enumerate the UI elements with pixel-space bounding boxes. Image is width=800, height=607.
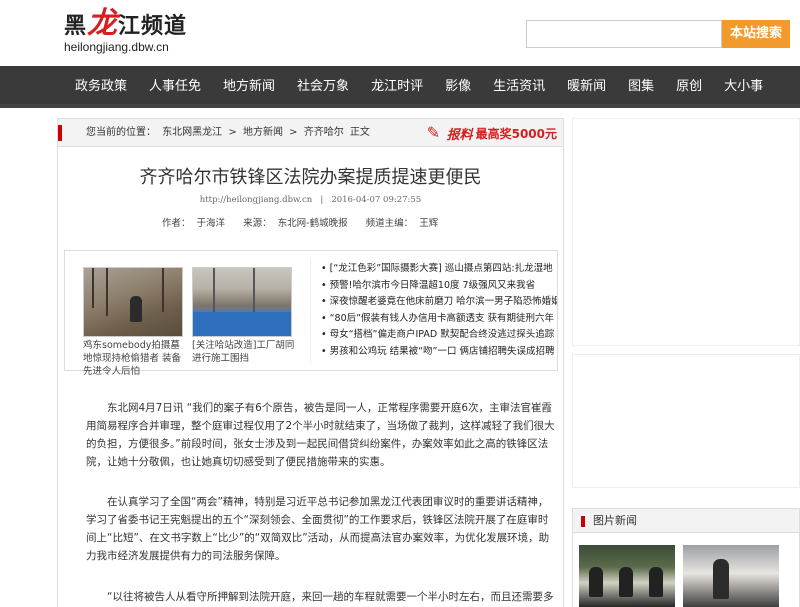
search-input[interactable] <box>526 20 722 48</box>
article-column: 您当前的位置： 东北网黑龙江 > 地方新闻 > 齐齐哈尔 正文 ✎ 报料 最高奖… <box>57 118 564 607</box>
figure-shape <box>713 559 729 599</box>
related-link[interactable]: 母女“搭档”偏走商户IPAD 默契配合终没逃过探头追踪 <box>321 327 557 344</box>
related-link[interactable]: [“龙江色彩”国际摄影大赛] 巡山摄点第四站:扎龙湿地 <box>321 261 557 278</box>
breadcrumb-sep: > <box>289 127 298 138</box>
logo-title: 黑龙江频道 <box>64 6 188 41</box>
breadcrumb-sep: > <box>228 127 237 138</box>
fence-shape <box>193 312 291 336</box>
author-label: 作者： <box>162 218 191 229</box>
author-name: 于海洋 <box>196 218 226 229</box>
megaphone-icon: ✎ <box>426 123 440 142</box>
nav-item[interactable]: 人事任免 <box>138 66 212 108</box>
breadcrumb-home[interactable]: 东北网黑龙江 <box>162 127 222 138</box>
figure-shape <box>589 567 603 597</box>
nav-item[interactable]: 暖新闻 <box>556 66 617 108</box>
nav-item[interactable]: 影像 <box>434 66 482 108</box>
related-thumb-2[interactable] <box>192 267 292 337</box>
nav-item[interactable]: 生活资讯 <box>482 66 556 108</box>
breadcrumb-city[interactable]: 齐齐哈尔 <box>304 127 344 138</box>
editor-label: 频道主编： <box>365 218 414 229</box>
crumb-marker <box>58 125 62 141</box>
person-shape <box>130 296 142 322</box>
related-link[interactable]: 男孩和公鸡玩 结果被“吻”一口 俩店铺招聘失误成招聘 <box>321 344 557 361</box>
divider <box>310 259 311 363</box>
nav-item[interactable]: 原创 <box>665 66 713 108</box>
nav-item[interactable]: 社会万象 <box>286 66 360 108</box>
report-banner[interactable]: ✎ 报料 最高奖5000元 <box>427 122 557 144</box>
nav-item[interactable]: 龙江时评 <box>360 66 434 108</box>
source-name: 东北网-鹤城晚报 <box>277 218 348 229</box>
figure-shape <box>649 567 663 597</box>
editor-name: 王辉 <box>419 218 439 229</box>
search-button[interactable]: 本站搜索 <box>722 20 790 48</box>
article-paragraph: “以往将被告人从看守所押解到法院开庭，来回一趟的车程就需要一个半小时左右，而且还… <box>107 591 554 603</box>
pole-shape <box>253 268 255 312</box>
nav-item[interactable]: 地方新闻 <box>212 66 286 108</box>
meta-separator: | <box>320 195 324 205</box>
picture-news-title: 图片新闻 <box>593 514 637 527</box>
tree-shape <box>92 268 94 308</box>
picture-news-box: 图片新闻 <box>572 508 800 607</box>
breadcrumb-prefix: 您当前的位置： <box>86 127 156 138</box>
breadcrumb-local-news[interactable]: 地方新闻 <box>243 127 283 138</box>
article-byline: 作者： 于海洋 来源： 东北网-鹤城晚报 频道主编： 王辉 <box>162 215 444 229</box>
picture-news-item[interactable] <box>579 545 675 607</box>
related-thumb-caption[interactable]: [关注哈站改造]工厂胡同进行施工围挡 <box>192 339 296 365</box>
article-title: 齐齐哈尔市铁锋区法院办案提质提速更便民 <box>139 167 482 188</box>
article-datetime: 2016-04-07 09:27:55 <box>331 195 422 205</box>
logo-domain: heilongjiang.dbw.cn <box>64 40 169 54</box>
tree-shape <box>106 268 108 316</box>
source-label: 来源： <box>243 218 272 229</box>
ad-slot[interactable] <box>572 118 800 346</box>
related-thumb-caption[interactable]: 鸡东somebody拍摄墓地惊现持枪偷猎者 装备先进令人后怕 <box>83 339 187 378</box>
main-nav: 政务政策 人事任免 地方新闻 社会万象 龙江时评 影像 生活资讯 暖新闻 图集 原创 大小事 <box>0 66 800 108</box>
related-links: [“龙江色彩”国际摄影大赛] 巡山摄点第四站:扎龙湿地预警!哈尔滨市今日降温超1… <box>321 261 557 361</box>
ad-slot[interactable] <box>572 354 800 488</box>
breadcrumb-bar: 您当前的位置： 东北网黑龙江 > 地方新闻 > 齐齐哈尔 正文 ✎ 报料 最高奖… <box>58 119 563 147</box>
section-marker <box>581 516 585 527</box>
article-url[interactable]: http://heilongjiang.dbw.cn <box>200 195 312 205</box>
site-logo[interactable]: 黑龙江频道 heilongjiang.dbw.cn <box>64 6 204 60</box>
sidebar: 图片新闻 <box>572 118 800 607</box>
related-link[interactable]: 深夜惊醒老婆竟在他床前磨刀 哈尔滨一男子陷恐怖婚姻 <box>321 294 557 311</box>
breadcrumb: 您当前的位置： 东北网黑龙江 > 地方新闻 > 齐齐哈尔 正文 <box>86 119 373 147</box>
related-thumb-1[interactable] <box>83 267 183 337</box>
article-paragraph: 在认真学习了全国“两会”精神，特别是习近平总书记参加黑龙江代表团审议时的重要讲话… <box>86 496 550 562</box>
site-header: 黑龙江频道 heilongjiang.dbw.cn 本站搜索 <box>0 0 800 66</box>
report-label: 报料 <box>446 127 473 143</box>
nav-item[interactable]: 大小事 <box>713 66 774 108</box>
report-prize: 最高奖5000元 <box>475 126 557 141</box>
article-paragraph: 东北网4月7日讯 “我们的案子有6个原告，被告是同一人，正常程序需要开庭6次，主… <box>86 402 555 468</box>
nav-item[interactable]: 图集 <box>617 66 665 108</box>
picture-news-header: 图片新闻 <box>573 509 799 533</box>
pole-shape <box>213 268 215 312</box>
related-link[interactable]: 预警!哈尔滨市今日降温超10度 7级强风又来我省 <box>321 278 557 295</box>
related-box: 鸡东somebody拍摄墓地惊现持枪偷猎者 装备先进令人后怕 [关注哈站改造]工… <box>64 250 558 377</box>
figure-shape <box>619 567 633 597</box>
breadcrumb-current: 正文 <box>349 127 370 138</box>
nav-item[interactable]: 政务政策 <box>64 66 138 108</box>
tree-shape <box>162 268 164 312</box>
picture-news-item[interactable] <box>683 545 779 607</box>
related-link[interactable]: “80后”假装有钱人办信用卡高额透支 获有期徒刑六年 <box>321 311 557 328</box>
article-meta-line: http://heilongjiang.dbw.cn | 2016-04-07 … <box>58 195 563 205</box>
